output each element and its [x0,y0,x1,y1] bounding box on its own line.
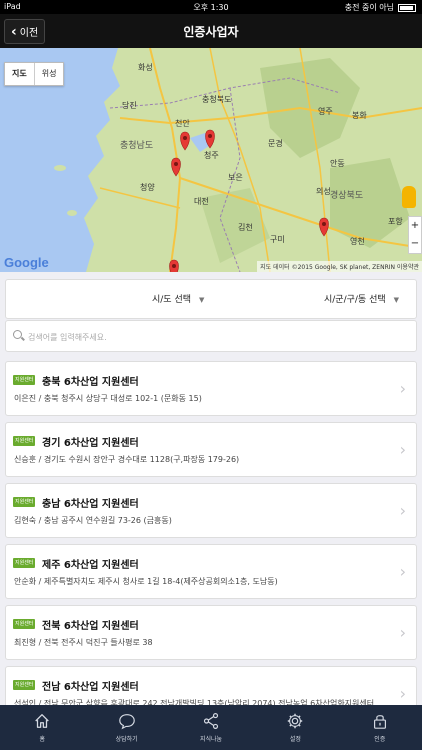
item-title: 제주 6차산업 지원센터 [42,560,139,571]
battery-icon [398,3,416,12]
map-type-toggle: 지도 위성 [4,62,65,86]
place-label: 김천 [238,222,253,232]
item-subtitle: 최진형 / 전북 전주시 덕진구 들사평로 38 [14,638,153,647]
tab-label: 지식나눔 [199,736,223,743]
category-badge: 지원센터 [13,558,36,568]
home-icon [35,714,49,728]
item-subtitle: 신승훈 / 경기도 수원시 장안구 경수대로 1128(구,파장동 179-26… [14,455,240,464]
search-icon [13,330,22,339]
category-badge: 지원센터 [13,619,36,629]
tab-label: 상담하기 [115,736,138,743]
zoom-out-button[interactable]: − [409,235,421,253]
region-filter: 시/도 선택 ▼ 시/군/구/동 선택 ▼ [5,279,417,319]
gear-icon [288,713,303,729]
item-subtitle: 안순화 / 제주특별자치도 제주시 청사로 1길 18-4(제주상공회의소1층,… [14,577,278,586]
caret-down-icon: ▼ [393,296,400,304]
status-bar: iPad 오후 1:30 충전 중이 아님 [0,0,422,14]
zoom-control: + − [408,216,422,254]
chevron-right-icon: › [399,379,406,398]
battery-text: 충전 중이 아님 [344,3,394,12]
chevron-right-icon: › [399,684,406,703]
item-subtitle: 김현숙 / 충남 공주시 연수원길 73-26 (금흥동) [14,516,172,525]
center-list: 지원센터 충북 6차산업 지원센터 이은진 / 충북 청주시 상당구 대성로 1… [5,361,417,727]
place-label: 청주 [204,151,219,160]
sigungu-select[interactable]: 시/군/구/동 선택 ▼ [324,292,399,305]
place-label: 영주 [318,106,333,116]
chevron-right-icon: › [399,623,406,642]
page-title: 인증사업자 [183,25,239,39]
search-bar [5,320,417,352]
place-label: 포항 [388,217,403,226]
list-item[interactable]: 지원센터 충북 6차산업 지원센터 이은진 / 충북 청주시 상당구 대성로 1… [5,361,417,416]
tab-bar: 홈 상담하기 지식나눔 설정 인증 [0,705,422,750]
tab-label: 인증 [374,736,386,743]
caret-down-icon: ▼ [199,296,205,304]
place-label: 당진 [122,100,137,110]
item-subtitle: 이은진 / 충북 청주시 상당구 대성로 102-1 (문화동 15) [14,394,202,403]
tab-certify[interactable]: 인증 [338,705,422,750]
place-label: 청양 [140,183,155,192]
category-badge: 지원센터 [13,436,36,446]
search-input[interactable] [28,327,408,347]
chevron-right-icon: › [399,440,406,459]
share-icon [203,713,219,729]
chevron-right-icon: › [399,501,406,520]
category-badge: 지원센터 [13,375,36,385]
chevron-right-icon: › [399,562,406,581]
place-label: 화성 [138,63,153,72]
map-attribution[interactable]: 지도 데이터 ©2015 Google, SK planet, ZENRIN 이… [257,261,422,272]
google-logo: Google [4,255,49,270]
place-label: 충청남도 [120,140,153,151]
tab-label: 설정 [289,736,301,743]
navigation-bar: ‹ 이전 인증사업자 [0,14,422,48]
list-item[interactable]: 지원센터 충남 6차산업 지원센터 김현숙 / 충남 공주시 연수원길 73-2… [5,483,417,538]
place-label: 대전 [194,196,209,206]
sigungu-select-label: 시/군/구/동 선택 [324,295,386,305]
place-label: 보은 [228,173,243,182]
place-label: 경상북도 [330,189,363,201]
list-item[interactable]: 지원센터 경기 6차산업 지원센터 신승훈 / 경기도 수원시 장안구 경수대로… [5,422,417,477]
place-label: 충청북도 [202,95,231,104]
lock-icon [373,715,386,729]
place-label: 봉화 [352,111,367,120]
item-title: 충남 6차산업 지원센터 [42,499,139,510]
pegman-icon[interactable] [402,186,416,208]
map-view[interactable]: 화성 충청북도 당진 천안 충청남도 청주 영주 봉화 문경 안동 청양 보은 … [0,48,422,272]
place-label: 안동 [330,158,345,168]
place-label: 문경 [268,138,283,148]
tab-consult[interactable]: 상담하기 [84,705,168,750]
category-badge: 지원센터 [13,680,36,690]
list-item[interactable]: 지원센터 전북 6차산업 지원센터 최진형 / 전북 전주시 덕진구 들사평로 … [5,605,417,660]
tab-home[interactable]: 홈 [0,705,84,750]
place-label: 구미 [270,235,285,244]
chat-bubble-icon [118,714,135,730]
item-title: 충북 6차산업 지원센터 [42,377,139,388]
list-item[interactable]: 지원센터 제주 6차산업 지원센터 안순화 / 제주특별자치도 제주시 청사로 … [5,544,417,599]
item-title: 경기 6차산업 지원센터 [42,438,139,449]
item-title: 전북 6차산업 지원센터 [42,621,139,632]
sido-select[interactable]: 시/도 선택 ▼ [152,292,204,305]
tab-share[interactable]: 지식나눔 [169,705,253,750]
place-label: 의성 [316,186,331,196]
map-type-map-button[interactable]: 지도 [5,63,34,85]
place-label: 천안 [175,118,190,128]
map-marker[interactable] [169,259,179,272]
tab-settings[interactable]: 설정 [253,705,337,750]
category-badge: 지원센터 [13,497,36,507]
tab-label: 홈 [39,736,45,743]
item-title: 전남 6차산업 지원센터 [42,682,139,693]
status-right: 충전 중이 아님 [345,2,416,13]
map-type-satellite-button[interactable]: 위성 [35,63,64,85]
sido-select-label: 시/도 선택 [152,295,192,305]
zoom-in-button[interactable]: + [409,217,421,235]
place-label: 영천 [350,236,365,246]
